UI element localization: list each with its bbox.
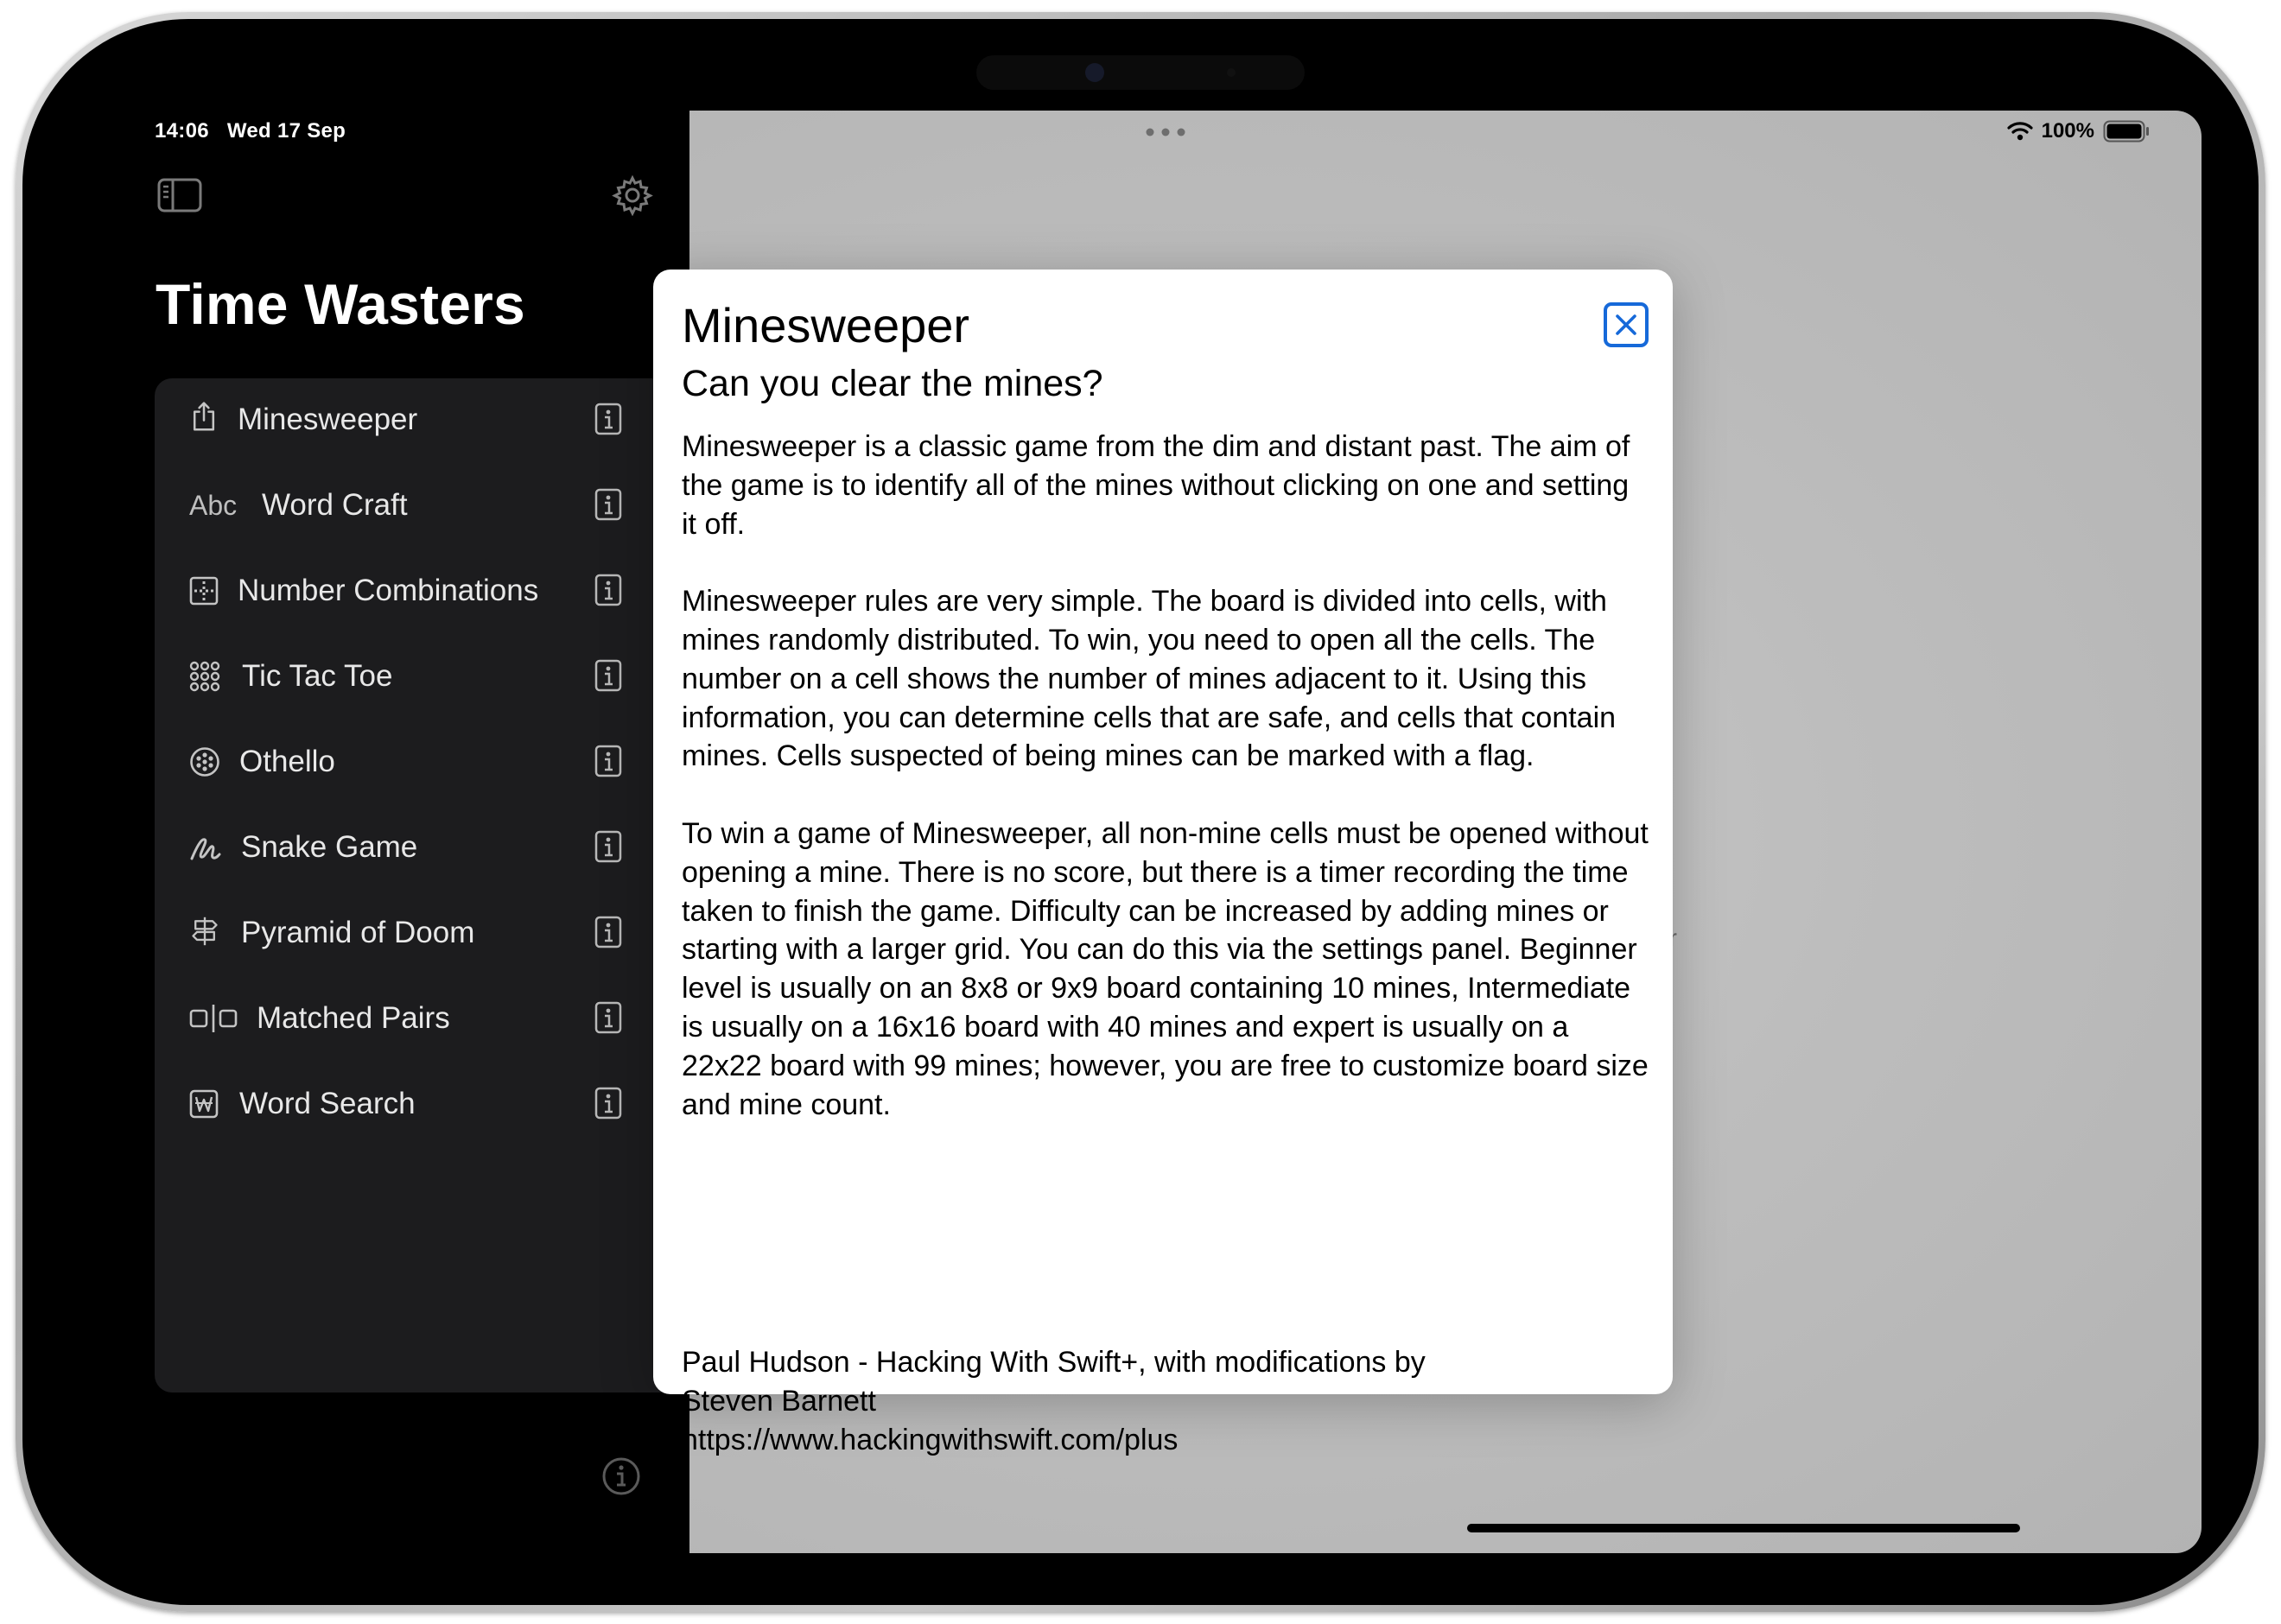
sheet-title: Minesweeper <box>682 298 970 352</box>
description-paragraph: Minesweeper is a classic game from the d… <box>682 430 1630 541</box>
status-bar-right: 100% <box>2007 119 2150 143</box>
gear-icon[interactable] <box>612 174 653 216</box>
sensor-icon <box>1227 68 1236 77</box>
list-item-label: Word Search <box>239 1087 416 1120</box>
list-item-othello[interactable]: Othello <box>155 720 690 803</box>
battery-percent: 100% <box>2041 119 2094 143</box>
info-square-icon[interactable] <box>594 1001 622 1034</box>
list-item-word-craft[interactable]: Abc Word Craft <box>155 464 690 547</box>
sidebar: 14:06 Wed 17 Sep Time Wasters Minesweepe… <box>109 111 690 1553</box>
device-bezel: 14:06 Wed 17 Sep Time Wasters Minesweepe… <box>22 19 2259 1605</box>
description-paragraph: To win a game of Minesweeper, all non-mi… <box>682 816 1649 1121</box>
scribble-icon <box>190 838 221 860</box>
list-item-number-combinations[interactable]: Number Combinations <box>155 549 690 632</box>
list-item-pyramid-of-doom[interactable]: Pyramid of Doom <box>155 891 690 974</box>
list-item-label: Pyramid of Doom <box>241 916 475 949</box>
dot-grid-icon <box>189 661 220 692</box>
status-date: Wed 17 Sep <box>226 119 346 143</box>
info-circle-icon[interactable] <box>601 1456 641 1496</box>
info-sheet: Minesweeper Can you clear the mines? Min… <box>653 270 1673 1456</box>
list-item-label: Number Combinations <box>238 574 539 607</box>
sheet-description: Minesweeper is a classic game from the d… <box>682 428 1649 1163</box>
screen: 14:06 Wed 17 Sep Time Wasters Minesweepe… <box>109 111 2202 1553</box>
signpost-icon <box>192 917 218 946</box>
list-item-label: Matched Pairs <box>257 1001 450 1035</box>
info-square-icon[interactable] <box>594 659 622 692</box>
info-square-icon[interactable] <box>594 1087 622 1120</box>
info-square-icon[interactable] <box>594 574 622 606</box>
close-icon <box>1616 314 1636 335</box>
info-square-icon[interactable] <box>594 830 622 863</box>
info-square-icon[interactable] <box>594 745 622 777</box>
multitasking-dots-icon[interactable] <box>1146 128 1185 136</box>
pairs-icon <box>189 1005 238 1032</box>
credit-line: Steven Barnett <box>682 1384 876 1418</box>
list-item-matched-pairs[interactable]: Matched Pairs <box>155 977 690 1060</box>
close-button[interactable] <box>1604 302 1649 347</box>
list-item-label: Minesweeper <box>238 403 418 436</box>
status-bar-left: 14:06 Wed 17 Sep <box>155 119 358 143</box>
camera-housing <box>976 55 1305 90</box>
grid-icon <box>189 576 219 606</box>
list-item-word-search[interactable]: Word Search <box>155 1063 690 1145</box>
credit-line: Paul Hudson - Hacking With Swift+, with … <box>682 1346 1426 1379</box>
status-time: 14:06 <box>155 119 209 143</box>
game-list: Minesweeper Abc Word Craft Number Combin… <box>155 378 690 1392</box>
list-item-label: Othello <box>239 745 335 778</box>
description-paragraph: Minesweeper rules are very simple. The b… <box>682 585 1617 773</box>
share-icon <box>193 402 215 431</box>
camera-icon <box>1085 63 1104 82</box>
info-square-icon[interactable] <box>594 916 622 948</box>
w-square-icon <box>189 1089 219 1119</box>
battery-icon <box>2103 120 2149 143</box>
wifi-icon <box>2007 122 2033 141</box>
list-item-minesweeper[interactable]: Minesweeper <box>155 378 690 461</box>
list-item-label: Tic Tac Toe <box>242 659 393 693</box>
list-item-label: Word Craft <box>262 488 408 522</box>
abc-text-icon: Abc <box>189 490 238 521</box>
info-square-icon[interactable] <box>594 403 622 435</box>
list-item-label: Snake Game <box>241 830 418 864</box>
sidebar-left-icon[interactable] <box>157 178 202 213</box>
list-item-snake-game[interactable]: Snake Game <box>155 806 690 889</box>
sheet-credit: Paul Hudson - Hacking With Swift+, with … <box>682 1343 1649 1459</box>
page-title: Time Wasters <box>156 272 525 336</box>
ipad-frame: 14:06 Wed 17 Sep Time Wasters Minesweepe… <box>16 12 2265 1612</box>
info-square-icon[interactable] <box>594 488 622 521</box>
credit-url[interactable]: https://www.hackingwithswift.com/plus <box>682 1421 1649 1460</box>
circle-dots-icon <box>190 747 219 777</box>
home-indicator[interactable] <box>1467 1524 2020 1532</box>
list-item-tic-tac-toe[interactable]: Tic Tac Toe <box>155 635 690 718</box>
sheet-subtitle: Can you clear the mines? <box>682 363 1103 404</box>
